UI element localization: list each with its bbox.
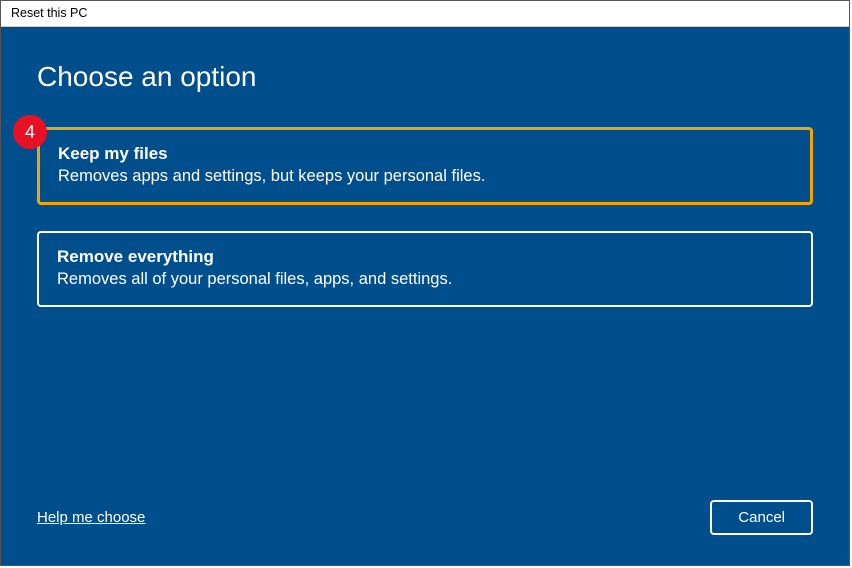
window-titlebar: Reset this PC xyxy=(1,1,849,27)
option-description: Removes apps and settings, but keeps you… xyxy=(58,167,792,186)
option-title: Keep my files xyxy=(58,144,792,164)
dialog-content: 4 Choose an option Keep my files Removes… xyxy=(1,27,849,565)
window-title: Reset this PC xyxy=(11,6,87,20)
dialog-footer: Help me choose Cancel xyxy=(37,500,813,547)
dialog-heading: Choose an option xyxy=(37,61,813,93)
option-title: Remove everything xyxy=(57,247,793,267)
reset-pc-window: Reset this PC 4 Choose an option Keep my… xyxy=(0,0,850,566)
cancel-button[interactable]: Cancel xyxy=(710,500,813,535)
option-keep-my-files[interactable]: Keep my files Removes apps and settings,… xyxy=(37,127,813,205)
option-description: Removes all of your personal files, apps… xyxy=(57,270,793,289)
option-remove-everything[interactable]: Remove everything Removes all of your pe… xyxy=(37,231,813,307)
help-me-choose-link[interactable]: Help me choose xyxy=(37,509,145,526)
step-badge: 4 xyxy=(13,115,47,149)
